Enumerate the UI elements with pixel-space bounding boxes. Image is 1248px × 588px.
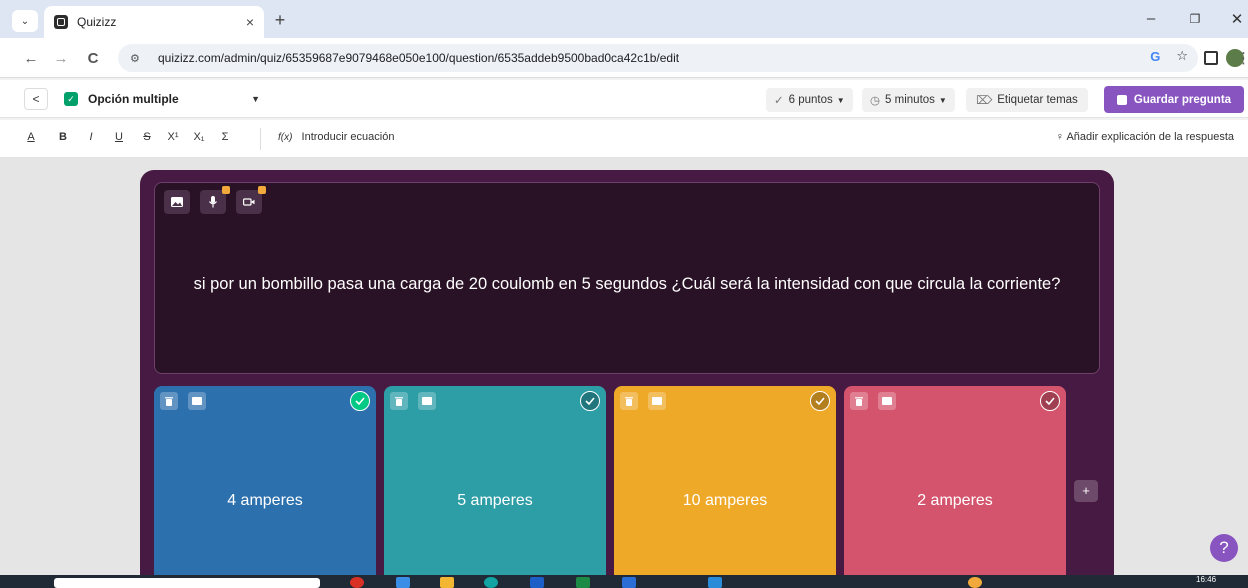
option-image-icon[interactable] [188, 392, 206, 410]
tab-search-chevron-icon[interactable]: ⌄ [12, 10, 38, 32]
format-toolbar: A B I U S X¹ X₁ Σ f(x) Introducir ecuaci… [0, 120, 1248, 158]
tag-topics-button[interactable]: ⌦ Etiquetar temas [966, 88, 1088, 112]
toolbar-divider [260, 128, 261, 150]
image-icon [171, 197, 183, 207]
side-panel-icon[interactable] [1204, 51, 1218, 65]
strikethrough-button[interactable]: S [138, 131, 156, 143]
tag-icon: ⌦ [976, 95, 993, 107]
taskbar-search-box[interactable] [54, 578, 320, 588]
save-disk-icon [1116, 94, 1127, 105]
minimize-button[interactable]: – [1136, 10, 1166, 27]
caret-down-icon: ▼ [938, 95, 947, 105]
app-icon[interactable] [530, 577, 544, 588]
check-icon: ✓ [774, 95, 784, 107]
time-dropdown[interactable]: ◷ 5 minutos ▼ [862, 88, 955, 112]
app-icon[interactable] [576, 577, 590, 588]
delete-option-icon[interactable] [620, 392, 638, 410]
video-camera-icon [243, 198, 255, 206]
insert-equation-button[interactable]: f(x) Introducir ecuación [278, 131, 394, 143]
italic-button[interactable]: I [82, 131, 100, 143]
help-button[interactable]: ? [1210, 534, 1238, 562]
subscript-button[interactable]: X₁ [190, 131, 208, 143]
app-icon[interactable] [968, 577, 982, 588]
site-settings-icon[interactable]: ⚙ [130, 52, 148, 65]
question-type-label: Opción multiple [88, 92, 179, 106]
function-icon: f(x) [278, 132, 293, 143]
option-text[interactable]: 4 amperes [154, 492, 376, 510]
microphone-icon [209, 196, 217, 208]
answer-option-1[interactable]: 4 amperes [154, 386, 376, 588]
answer-option-2[interactable]: 5 amperes [384, 386, 606, 588]
mark-correct-check-icon[interactable] [810, 391, 830, 411]
option-image-icon[interactable] [648, 392, 666, 410]
browser-tab-strip: ⌄ Quizizz × + – ❐ ✕ [0, 0, 1248, 38]
back-button[interactable]: ← [20, 48, 42, 70]
underline-button[interactable]: U [110, 131, 128, 143]
app-icon[interactable] [484, 577, 498, 588]
option-text[interactable]: 2 amperes [844, 492, 1066, 510]
points-dropdown[interactable]: ✓ 6 puntos ▼ [766, 88, 853, 112]
insert-equation-label: Introducir ecuación [301, 131, 395, 143]
add-option-button[interactable]: + [1074, 480, 1098, 502]
option-image-icon[interactable] [418, 392, 436, 410]
delete-option-icon[interactable] [160, 392, 178, 410]
text-color-button[interactable]: A [22, 131, 40, 143]
address-bar[interactable]: ⚙ quizizz.com/admin/quiz/65359687e907946… [118, 44, 1198, 72]
mark-correct-check-icon[interactable] [1040, 391, 1060, 411]
lightbulb-icon: ♀ [1055, 131, 1067, 143]
app-icon[interactable] [396, 577, 410, 588]
option-image-icon[interactable] [878, 392, 896, 410]
bold-button[interactable]: B [54, 131, 72, 143]
premium-badge-icon [222, 186, 230, 194]
symbol-button[interactable]: Σ [216, 131, 234, 143]
time-label: 5 minutos [885, 94, 935, 106]
points-label: 6 puntos [788, 94, 833, 106]
restore-button[interactable]: ❐ [1180, 12, 1210, 26]
caret-down-icon: ▼ [251, 94, 260, 104]
url-text: quizizz.com/admin/quiz/65359687e9079468e… [158, 51, 680, 65]
save-question-label: Guardar pregunta [1133, 93, 1232, 106]
app-icon[interactable] [350, 577, 364, 588]
add-explanation-button[interactable]: ♀ Añadir explicación de la respuesta [1056, 131, 1234, 143]
caret-down-icon: ▼ [836, 95, 845, 105]
question-editor-header: < ✓ Opción multiple ▼ ✓ 6 puntos ▼ ◷ 5 m… [0, 80, 1248, 118]
forward-button[interactable]: → [50, 48, 72, 70]
add-image-button[interactable] [164, 190, 190, 214]
clock-icon: ◷ [870, 95, 881, 107]
delete-option-icon[interactable] [390, 392, 408, 410]
reload-button[interactable]: C [82, 48, 104, 70]
taskbar-clock: 16:46 [1196, 575, 1217, 584]
bookmark-star-icon[interactable]: ☆ [1176, 48, 1188, 64]
close-window-button[interactable]: ✕ [1222, 10, 1248, 28]
question-text[interactable]: si por un bombillo pasa una carga de 20 … [160, 272, 1094, 296]
quizizz-favicon-icon [54, 15, 68, 29]
tag-topics-label: Etiquetar temas [997, 94, 1078, 106]
mark-correct-check-icon[interactable] [580, 391, 600, 411]
option-text[interactable]: 10 amperes [614, 492, 836, 510]
os-taskbar: 16:46 [0, 575, 1248, 588]
checkbox-icon: ✓ [64, 92, 78, 106]
save-question-button[interactable]: Guardar pregunta [1104, 86, 1244, 113]
answer-option-3[interactable]: 10 amperes [614, 386, 836, 588]
new-tab-button[interactable]: + [268, 9, 292, 31]
question-type-select[interactable]: ✓ Opción multiple ▼ [64, 87, 260, 111]
browser-tab[interactable]: Quizizz × [44, 6, 264, 38]
app-icon[interactable] [708, 577, 722, 588]
folder-icon[interactable] [440, 577, 454, 588]
browser-toolbar: ← → C ⚙ quizizz.com/admin/quiz/65359687e… [0, 38, 1248, 78]
premium-badge-icon [258, 186, 266, 194]
option-text[interactable]: 5 amperes [384, 492, 606, 510]
browser-menu-icon[interactable]: ⋮ [1236, 48, 1248, 70]
add-explanation-label: Añadir explicación de la respuesta [1066, 131, 1234, 143]
google-icon[interactable]: G [1150, 49, 1160, 64]
tab-close-icon[interactable]: × [246, 14, 254, 30]
superscript-button[interactable]: X¹ [164, 131, 182, 143]
answer-option-4[interactable]: 2 amperes [844, 386, 1066, 588]
delete-option-icon[interactable] [850, 392, 868, 410]
back-chevron-button[interactable]: < [24, 88, 48, 110]
mark-correct-check-icon[interactable] [350, 391, 370, 411]
tab-title: Quizizz [77, 15, 117, 29]
app-icon[interactable] [622, 577, 636, 588]
